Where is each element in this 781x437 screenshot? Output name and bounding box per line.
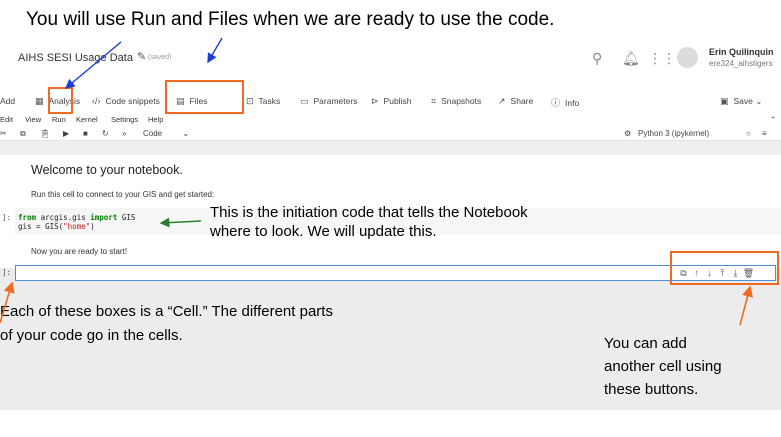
user-name: Erin Quilinquin (709, 47, 774, 57)
slide-heading: You will use Run and Files when we are r… (26, 9, 555, 30)
empty-code-cell[interactable] (15, 265, 776, 281)
publish-icon: ⊳ (371, 96, 379, 106)
snapshots-icon: ⌗ (431, 96, 437, 106)
add-callout-line3: these buttons. (604, 381, 699, 398)
toolbar-add[interactable]: Add (0, 96, 15, 106)
bell-icon[interactable]: 🔔︎ (622, 50, 640, 67)
avatar[interactable] (677, 47, 698, 68)
menu-icon[interactable]: ≡ (762, 129, 767, 138)
code-line-1: from arcgis.gis import GIS (18, 213, 136, 222)
toolbar-tasks[interactable]: ⊡ Tasks (246, 96, 280, 107)
restart-icon[interactable]: ↻ (102, 129, 109, 138)
paste-icon[interactable]: 📋︎ (40, 129, 50, 138)
cell-callout-line1: Each of these boxes is a “Cell.” The dif… (0, 303, 333, 320)
analysis-icon: ▦ (35, 96, 44, 106)
chevron-down-icon: ⌄ (755, 96, 763, 106)
cell-type-select[interactable]: Code ⌄ (143, 129, 189, 138)
cell-buttons-highlight-box (670, 251, 779, 285)
add-callout-line2: another cell using (604, 358, 722, 375)
kernel-name[interactable]: Python 3 (ipykernel) (638, 129, 709, 138)
menu-run[interactable]: Run (52, 115, 66, 124)
save-button[interactable]: ▣ Save ⌄ (720, 96, 762, 107)
info-icon: ⓘ (551, 98, 561, 108)
notebook-icon-bar: ✂ ⧉ 📋︎ ▶ ■ ↻ » Code ⌄ ⚙ Python 3 (ipyker… (0, 127, 781, 141)
add-callout-line1: You can add (604, 335, 687, 352)
menu-help[interactable]: Help (148, 115, 163, 124)
menu-kernel[interactable]: Kernel (76, 115, 98, 124)
notebook-toolbar: Add ▦ Analysis ‹/› Code snippets ▤ Files ⊡ T… (0, 92, 781, 112)
run-cell-icon[interactable]: ▶ (63, 129, 69, 138)
apps-grid-icon[interactable]: ⋮⋮ (648, 50, 676, 67)
notebook-title[interactable]: AIHS SESI Usage Data (18, 52, 133, 64)
instruction-text: Run this cell to connect to your GIS and… (31, 190, 215, 199)
run-highlight-box (48, 87, 73, 114)
menu-edit[interactable]: Edit (0, 115, 13, 124)
parameters-icon: ▭ (300, 96, 309, 106)
title-bar: AIHS SESI Usage Data ✎ (saved) ⚲ 🔔︎ ⋮⋮ E… (0, 40, 781, 76)
toolbar-code-snippets[interactable]: ‹/› Code snippets (92, 96, 160, 106)
fast-forward-icon[interactable]: » (122, 129, 126, 138)
saved-status: (saved) (148, 54, 172, 61)
tasks-icon: ⊡ (246, 96, 254, 106)
user-id: ere324_aihstigers (709, 59, 773, 68)
edit-title-icon[interactable]: ✎ (137, 50, 146, 63)
cell-prompt: ]: (2, 268, 12, 277)
stop-icon[interactable]: ■ (83, 129, 88, 138)
menu-settings[interactable]: Settings (111, 115, 138, 124)
initiation-callout: This is the initiation code that tells t… (210, 204, 528, 240)
notebook-gutter-top (0, 141, 781, 155)
welcome-heading: Welcome to your notebook. (31, 163, 183, 177)
menu-view[interactable]: View (25, 115, 41, 124)
share-icon: ↗ (498, 96, 506, 106)
toolbar-publish[interactable]: ⊳ Publish (371, 96, 411, 107)
code-icon: ‹/› (92, 96, 101, 106)
kernel-status-icon: ○ (746, 129, 751, 138)
code-line-2: gis = GIS("home") (18, 222, 95, 231)
save-icon: ▣ (720, 96, 729, 106)
cell-callout-line2: of your code go in the cells. (0, 327, 183, 344)
search-icon[interactable]: ⚲ (592, 50, 602, 67)
menu-bar: Edit View Run Kernel Settings Help ⌃ (0, 113, 781, 126)
collapse-icon[interactable]: ⌃ (770, 115, 776, 124)
chevron-down-icon: ⌄ (182, 129, 190, 138)
cell-prompt: ]: (2, 213, 12, 222)
settings-gear-icon[interactable]: ⚙ (624, 129, 631, 138)
ready-text: Now you are ready to start! (31, 247, 128, 256)
toolbar-info[interactable]: ⓘ Info (551, 96, 579, 109)
cut-icon[interactable]: ✂ (0, 129, 7, 138)
toolbar-parameters[interactable]: ▭ Parameters (300, 96, 357, 107)
files-highlight-box (165, 80, 244, 114)
toolbar-share[interactable]: ↗ Share (498, 96, 533, 107)
copy-icon[interactable]: ⧉ (20, 129, 26, 139)
toolbar-snapshots[interactable]: ⌗ Snapshots (431, 96, 481, 107)
